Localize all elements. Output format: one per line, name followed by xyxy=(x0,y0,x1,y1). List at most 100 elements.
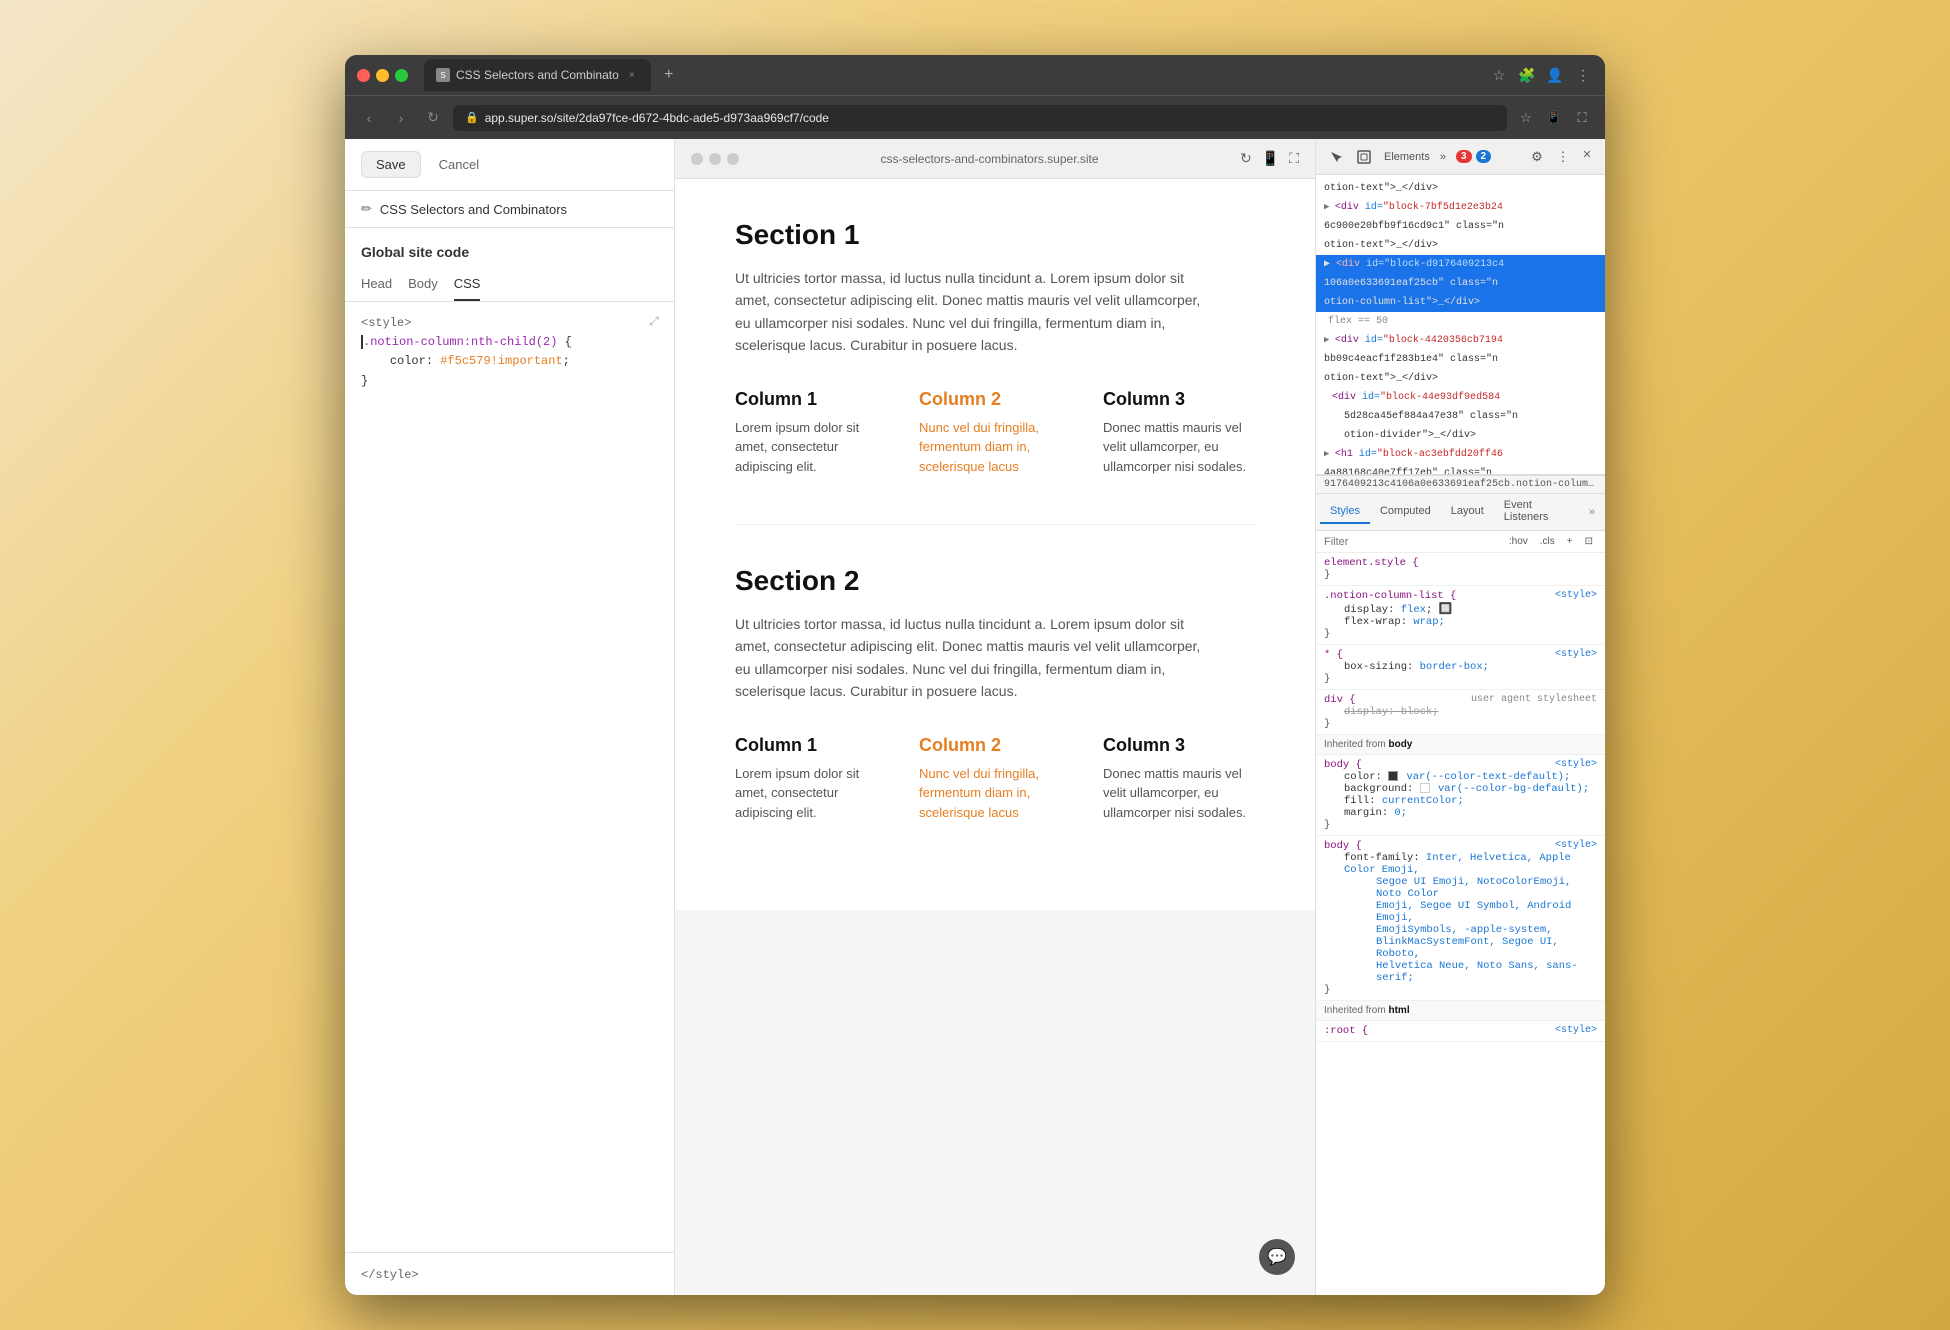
filter-input[interactable] xyxy=(1324,536,1499,548)
copy-button[interactable]: ⊡ xyxy=(1581,535,1597,548)
element-style-selector: element.style { xyxy=(1324,557,1597,569)
warning-badge: 2 xyxy=(1476,150,1492,163)
browser-window: S CSS Selectors and Combinato × + ☆ 🧩 👤 … xyxy=(345,55,1605,1295)
color-swatch-2[interactable] xyxy=(1420,783,1430,793)
div-close: } xyxy=(1324,718,1597,730)
hov-button[interactable]: :hov xyxy=(1505,535,1532,548)
dom-node-5b[interactable]: 5d28ca45ef884a47e38" class="n xyxy=(1316,407,1605,426)
devtools-breadcrumb: 9176409213c4106a0e633691eaf25cb.notion-c… xyxy=(1316,475,1605,494)
dom-node-2b[interactable]: 6c900e20bfb9f16cd9c1" class="n xyxy=(1316,217,1605,236)
dom-node-4c[interactable]: otion-text">_</div> xyxy=(1316,369,1605,388)
body-rule-1: body { <style> color: var(--color-text-d… xyxy=(1316,755,1605,836)
settings-icon[interactable]: ⚙ xyxy=(1525,145,1549,169)
bookmark-icon[interactable]: ☆ xyxy=(1489,65,1509,85)
col-1-3-body: Donec mattis mauris vel velit ullamcorpe… xyxy=(1103,418,1255,477)
dom-tree[interactable]: otion-text">_</div> ▶ <div id="block-7bf… xyxy=(1316,175,1605,475)
dom-node-flex[interactable]: flex == 50 xyxy=(1316,312,1605,331)
dom-node-5[interactable]: <div id="block-44e93df9ed584 xyxy=(1316,388,1605,407)
inherited-from-body-label: Inherited from body xyxy=(1316,735,1605,755)
color-swatch-1[interactable] xyxy=(1388,771,1398,781)
site-name: CSS Selectors and Combinators xyxy=(380,202,567,217)
ncl-prop-1: display: flex; 🔲 xyxy=(1324,602,1597,616)
column-1-2: Column 2 Nunc vel dui fringilla, ferment… xyxy=(919,389,1071,477)
preview-dots xyxy=(691,153,739,165)
forward-button[interactable]: › xyxy=(389,106,413,130)
col-2-3-title: Column 3 xyxy=(1103,735,1255,756)
tab-close-button[interactable]: × xyxy=(625,68,639,82)
footer-tag: </style> xyxy=(361,1268,419,1282)
div-selector-row: div { user agent stylesheet xyxy=(1324,694,1597,706)
address-input[interactable]: 🔒 app.super.so/site/2da97fce-d672-4bdc-a… xyxy=(453,105,1507,131)
preview-dot-3 xyxy=(727,153,739,165)
body2-prop-1e: BlinkMacSystemFont, Segoe UI, Roboto, xyxy=(1324,936,1597,960)
device-icon[interactable]: 📱 xyxy=(1543,107,1565,129)
dom-node-1[interactable]: otion-text">_</div> xyxy=(1316,179,1605,198)
elements-tab-label[interactable]: Elements xyxy=(1380,151,1434,163)
fullscreen-icon[interactable]: ⛶ xyxy=(1571,107,1593,129)
section-1-body: Ut ultricies tortor massa, id luctus nul… xyxy=(735,267,1215,357)
styles-tab[interactable]: Styles xyxy=(1320,500,1370,524)
back-button[interactable]: ‹ xyxy=(357,106,381,130)
reload-button[interactable]: ↻ xyxy=(421,106,445,130)
devtools-badges: 3 2 xyxy=(1456,150,1491,163)
minimize-button[interactable] xyxy=(376,69,389,82)
breadcrumb-text: 9176409213c4106a0e633691eaf25cb.notion-c… xyxy=(1324,479,1605,490)
refresh-icon[interactable]: ↻ xyxy=(1240,150,1252,167)
dom-node-4[interactable]: ▶ <div id="block-4420356cb7194 xyxy=(1316,331,1605,350)
add-rule-button[interactable]: + xyxy=(1563,535,1577,548)
layout-tab[interactable]: Layout xyxy=(1441,500,1494,524)
tab-head[interactable]: Head xyxy=(361,268,392,301)
new-tab-button[interactable]: + xyxy=(655,61,683,89)
devtools-more-tabs[interactable]: » xyxy=(1438,151,1448,163)
save-button[interactable]: Save xyxy=(361,151,421,178)
browser-tab[interactable]: S CSS Selectors and Combinato × xyxy=(424,59,651,91)
dom-node-3[interactable]: ▶ <div id="block-d9176409213c4 xyxy=(1316,255,1605,274)
external-icon[interactable]: ⛶ xyxy=(1289,150,1299,167)
traffic-lights xyxy=(357,69,408,82)
close-button[interactable] xyxy=(357,69,370,82)
preview-dot-2 xyxy=(709,153,721,165)
devtools-close-button[interactable]: ✕ xyxy=(1577,145,1597,165)
star-rule: * { <style> box-sizing: border-box; } xyxy=(1316,645,1605,690)
star-prop-1: box-sizing: border-box; xyxy=(1324,661,1597,673)
preview-dot-1 xyxy=(691,153,703,165)
profile-icon[interactable]: 👤 xyxy=(1545,65,1565,85)
dom-node-2c[interactable]: otion-text">_</div> xyxy=(1316,236,1605,255)
col-2-2-body: Nunc vel dui fringilla, fermentum diam i… xyxy=(919,764,1071,823)
dom-node-6b[interactable]: 4a88168c40e7ff17eb" class="n xyxy=(1316,464,1605,475)
code-editor[interactable]: ⤢ <style> .notion-column:nth-child(2) { … xyxy=(345,302,674,1252)
dom-node-2[interactable]: ▶ <div id="block-7bf5d1e2e3b24 xyxy=(1316,198,1605,217)
phone-icon[interactable]: 📱 xyxy=(1262,150,1279,167)
vertical-dots-icon[interactable]: ⋮ xyxy=(1551,145,1575,169)
event-listeners-tab[interactable]: Event Listeners xyxy=(1494,494,1583,530)
styles-panel[interactable]: element.style { } .notion-column-list { … xyxy=(1316,553,1605,1295)
preview-scroll[interactable]: Section 1 Ut ultricies tortor massa, id … xyxy=(675,179,1315,1295)
body1-prop-1: color: var(--color-text-default); xyxy=(1324,771,1597,783)
expand-button[interactable]: ⤢ xyxy=(644,312,664,332)
cls-button[interactable]: .cls xyxy=(1536,535,1559,548)
inspect-box-tool[interactable] xyxy=(1352,145,1376,169)
code-line-4: } xyxy=(361,372,658,391)
tab-css[interactable]: CSS xyxy=(454,268,481,301)
dom-node-6[interactable]: ▶ <h1 id="block-ac3ebfdd20ff46 xyxy=(1316,445,1605,464)
styles-more-tabs[interactable]: » xyxy=(1583,501,1601,523)
cancel-button[interactable]: Cancel xyxy=(429,151,489,178)
dom-node-3c[interactable]: otion-column-list">_</div> xyxy=(1316,293,1605,312)
chat-button[interactable]: 💬 xyxy=(1259,1239,1295,1275)
dom-node-3b[interactable]: 106a0e633691eaf25cb" class="n xyxy=(1316,274,1605,293)
computed-tab[interactable]: Computed xyxy=(1370,500,1441,524)
maximize-button[interactable] xyxy=(395,69,408,82)
address-bar: ‹ › ↻ 🔒 app.super.so/site/2da97fce-d672-… xyxy=(345,95,1605,139)
column-1-3: Column 3 Donec mattis mauris vel velit u… xyxy=(1103,389,1255,477)
extensions-icon[interactable]: 🧩 xyxy=(1517,65,1537,85)
dom-node-4b[interactable]: bb09c4eacf1f283b1e4" class="n xyxy=(1316,350,1605,369)
body1-prop-4: margin: 0; xyxy=(1324,807,1597,819)
menu-icon[interactable]: ⋮ xyxy=(1573,65,1593,85)
dom-node-5c[interactable]: otion-divider">_</div> xyxy=(1316,426,1605,445)
tab-body[interactable]: Body xyxy=(408,268,438,301)
cursor-tool[interactable] xyxy=(1324,145,1348,169)
devtools-toolbar: Elements » 3 2 ⚙ ⋮ ✕ xyxy=(1316,139,1605,175)
body2-close: } xyxy=(1324,984,1597,996)
col-2-2-title: Column 2 xyxy=(919,735,1071,756)
star-icon[interactable]: ☆ xyxy=(1515,107,1537,129)
